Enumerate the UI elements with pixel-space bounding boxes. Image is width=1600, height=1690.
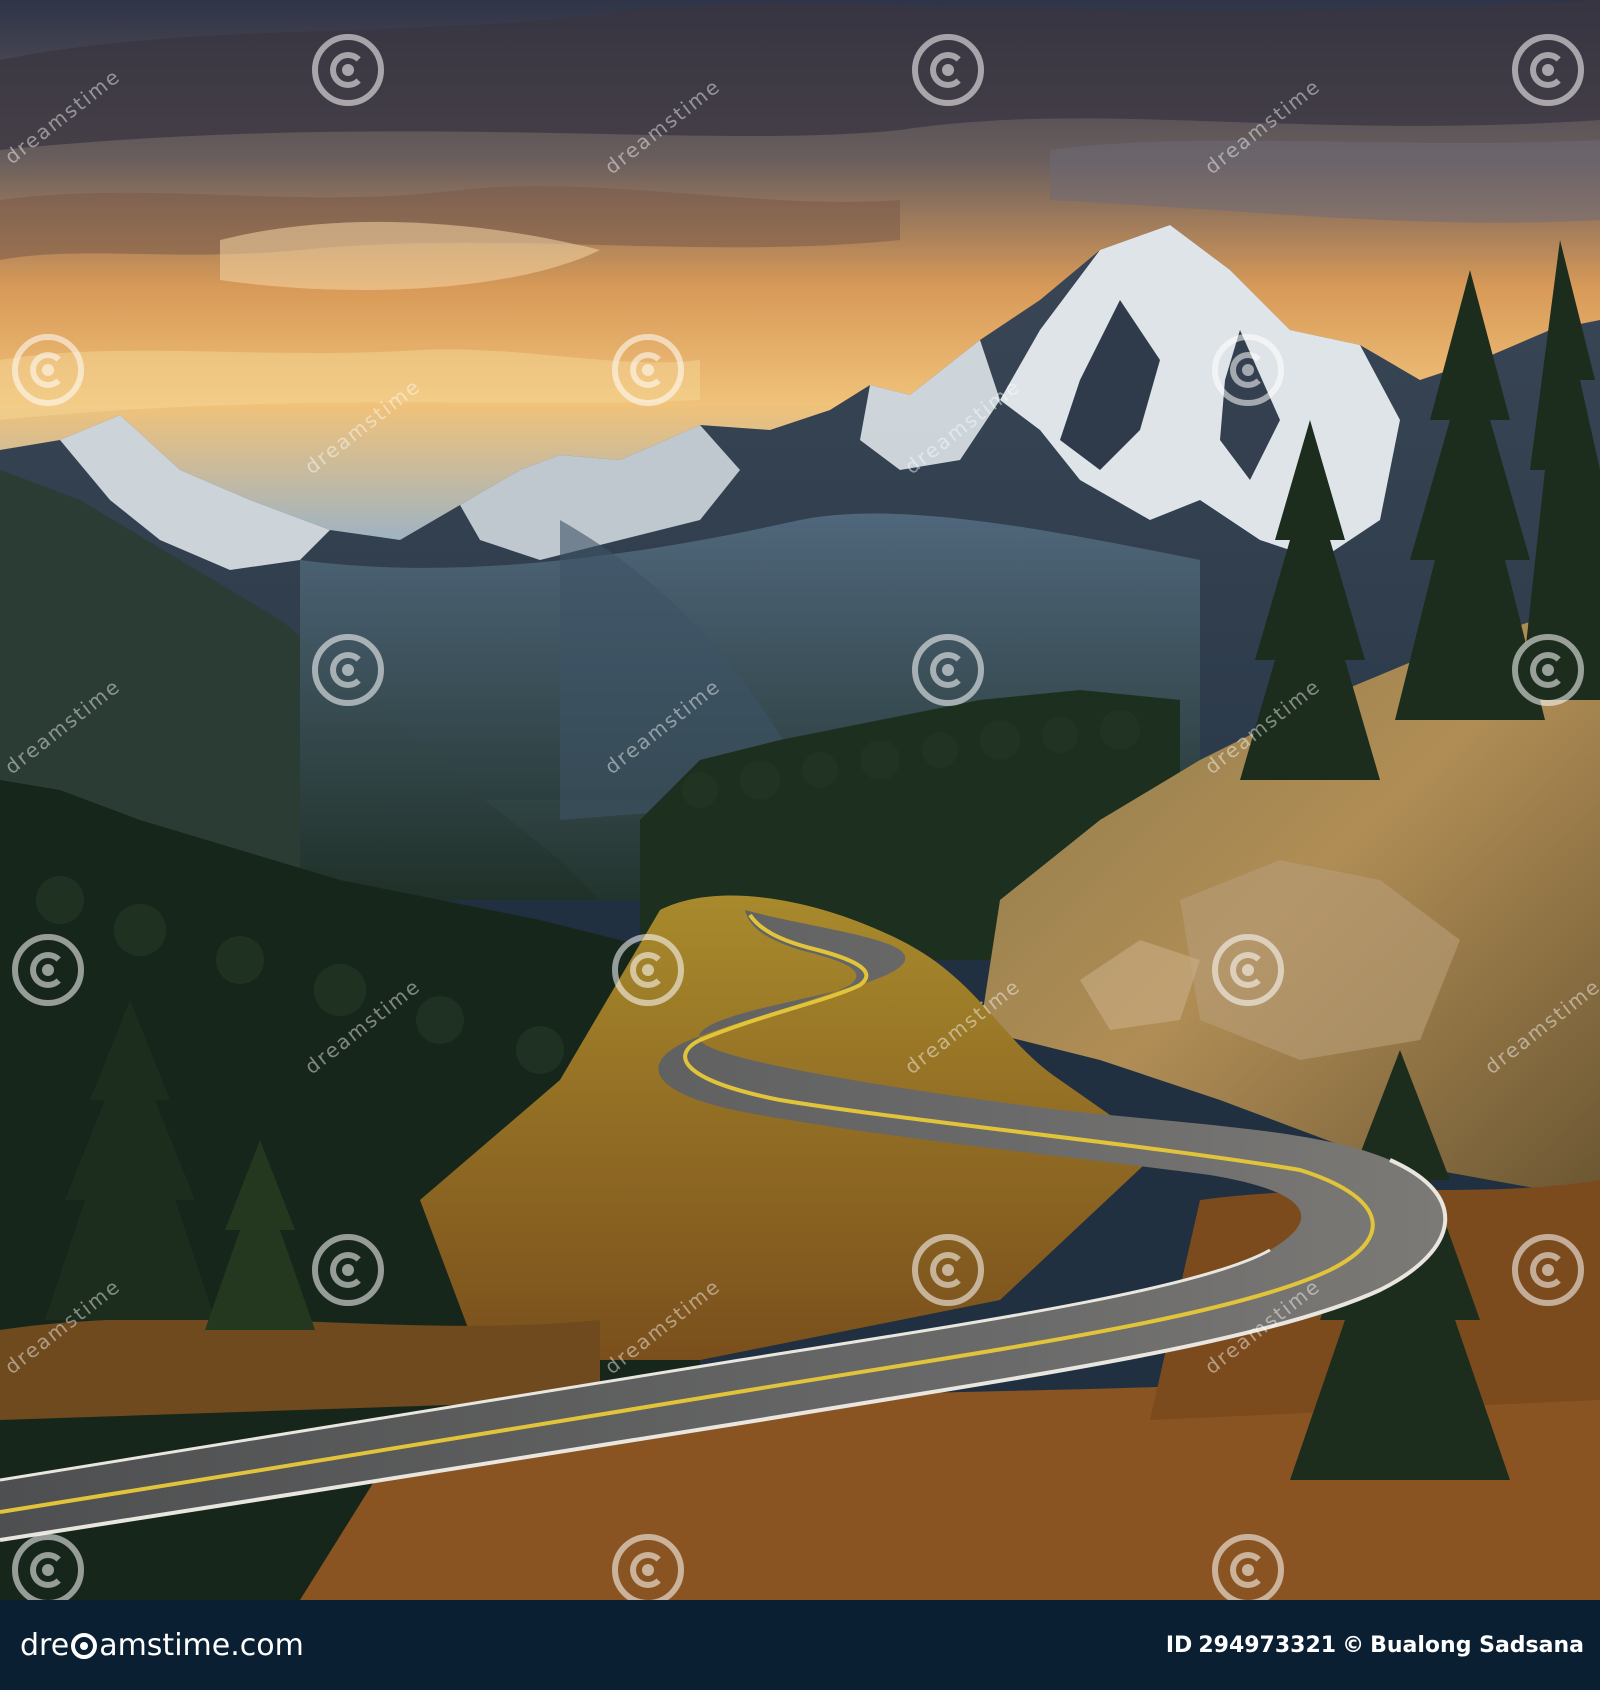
brand-prefix: dre [20,1627,70,1663]
mountain-road-scene [0,0,1600,1600]
stock-photo: dreamstime dreamstime dreamstime dreamst… [0,0,1600,1600]
image-id: 294973321 [1198,1632,1337,1658]
dreamstime-spiral-icon [71,1633,98,1659]
dreamstime-logo: dre amstime.com [20,1628,304,1663]
brand-suffix: amstime.com [99,1627,304,1663]
image-credit: ID 294973321 © Bualong Sadsana [1160,1633,1584,1658]
copyright-symbol: © [1342,1632,1365,1658]
watermark-footer-bar: dre amstime.com ID 294973321 © Bualong Sadsa… [0,1600,1600,1690]
author-name: Bualong Sadsana [1370,1632,1584,1658]
id-label: ID [1165,1632,1193,1658]
